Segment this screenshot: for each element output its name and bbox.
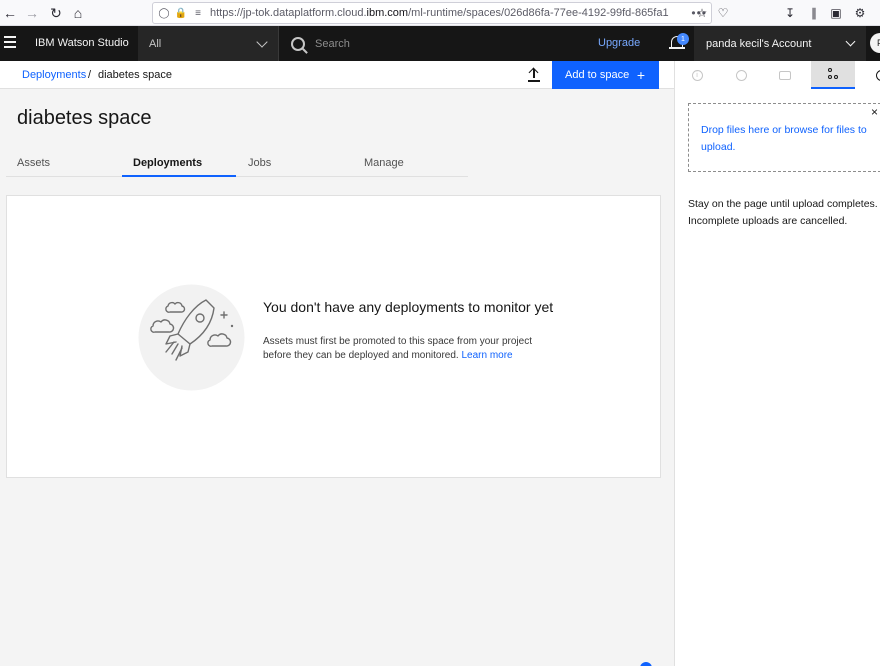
app-header: IBM Watson Studio All Search Upgrade 1 p… — [0, 26, 880, 61]
scope-label: All — [149, 37, 162, 50]
download-icon[interactable]: ↧ — [780, 3, 800, 23]
tab-manage[interactable]: Manage — [353, 152, 468, 177]
chevron-down-icon — [256, 36, 268, 48]
search-field[interactable]: Search — [278, 26, 574, 61]
upload-note: Stay on the page until upload completes.… — [688, 198, 878, 227]
tab-assets[interactable]: Assets — [6, 152, 122, 177]
rocket-illustration — [138, 284, 245, 391]
account-name: panda kecil's Account — [706, 37, 812, 50]
brand-name[interactable]: IBM Watson Studio — [35, 37, 129, 49]
reload-icon[interactable]: ↻ — [46, 3, 66, 23]
breadcrumb-separator: / — [88, 69, 92, 81]
assistant-launcher-icon[interactable] — [640, 662, 652, 666]
plus-icon: + — [636, 67, 645, 83]
shield-icon: ◯ — [158, 7, 170, 19]
tab-data-assets[interactable] — [811, 61, 855, 89]
space-tabs: Assets Deployments Jobs Manage — [6, 152, 468, 177]
tab-comments[interactable] — [763, 61, 807, 89]
info-icon: i — [691, 69, 703, 81]
notification-count-badge: 1 — [677, 33, 689, 45]
library-icon[interactable]: ∥ — [804, 3, 824, 23]
search-icon — [291, 36, 305, 51]
file-dropzone[interactable]: Drop files here or browse for files to u… — [688, 103, 880, 172]
avatar[interactable]: P — [870, 33, 880, 53]
tab-information[interactable]: i — [675, 61, 719, 89]
history-icon — [735, 69, 747, 81]
page-title: diabetes space — [17, 107, 152, 129]
chevron-down-icon — [845, 36, 856, 47]
sidebar-icon[interactable]: ▣ — [826, 3, 846, 23]
back-arrow-icon[interactable]: ← — [0, 3, 20, 23]
tab-deployments[interactable]: Deployments — [122, 152, 236, 177]
pocket-icon[interactable]: ♡ — [713, 3, 733, 23]
breadcrumb-current: diabetes space — [98, 69, 172, 81]
upload-icon[interactable] — [527, 67, 541, 82]
address-bar[interactable]: ◯ 🔒 ≡ https://jp-tok.dataplatform.cloud.… — [152, 2, 712, 24]
browser-toolbar: ← → ↻ ⌂ ◯ 🔒 ≡ https://jp-tok.dataplatfor… — [0, 0, 880, 26]
scope-dropdown[interactable]: All — [138, 26, 278, 61]
forward-arrow-icon[interactable]: → — [22, 3, 42, 23]
chat-icon — [779, 70, 791, 80]
help-icon — [875, 69, 880, 81]
dropzone-text[interactable]: Drop files here or browse for files to u… — [701, 122, 871, 156]
home-icon[interactable]: ⌂ — [68, 3, 88, 23]
add-to-space-label: Add to space — [565, 69, 630, 81]
permissions-icon[interactable]: ≡ — [191, 6, 205, 20]
bookmark-star-icon[interactable]: ☆ — [692, 3, 712, 23]
tab-help[interactable] — [859, 61, 880, 89]
side-panel: i Drop files here or browse for files to… — [674, 61, 880, 666]
hamburger-menu-icon[interactable] — [4, 36, 20, 50]
learn-more-link[interactable]: Learn more — [461, 350, 512, 361]
empty-state-description: Assets must first be promoted to this sp… — [263, 335, 563, 363]
close-icon[interactable]: × — [871, 105, 878, 119]
data-assets-icon — [827, 68, 839, 80]
upgrade-link[interactable]: Upgrade — [598, 37, 640, 49]
search-input[interactable]: Search — [315, 38, 350, 50]
lock-icon: 🔒 — [174, 7, 188, 19]
side-panel-toolbar: i — [675, 61, 880, 89]
breadcrumb-deployments-link[interactable]: Deployments — [22, 69, 86, 81]
add-to-space-button[interactable]: Add to space + — [552, 61, 659, 89]
url-text: https://jp-tok.dataplatform.cloud.ibm.co… — [210, 7, 669, 19]
tab-jobs[interactable]: Jobs — [236, 152, 353, 177]
extension-icon[interactable]: ⚙ — [850, 3, 870, 23]
tab-activity[interactable] — [719, 61, 763, 89]
empty-state-title: You don't have any deployments to monito… — [263, 299, 554, 315]
account-switcher[interactable]: panda kecil's Account — [694, 26, 866, 61]
